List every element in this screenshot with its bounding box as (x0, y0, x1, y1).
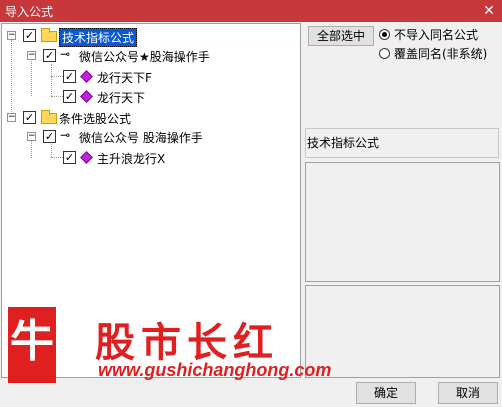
formula-icon (80, 70, 93, 83)
radio-overwrite-duplicates-label[interactable]: 覆盖同名(非系统) (394, 45, 487, 62)
checkbox[interactable]: ✓ (63, 90, 76, 103)
ok-button[interactable]: 确定 (356, 382, 416, 404)
formula-icon (80, 90, 93, 103)
checkbox[interactable]: ✓ (43, 130, 56, 143)
tree-node-label[interactable]: 龙行天下F (97, 69, 152, 86)
tree-node-label[interactable]: 条件选股公式 (59, 110, 131, 127)
key-icon: ⊸ (60, 128, 71, 142)
tree-node-label[interactable]: 微信公众号★股海操作手 (79, 48, 210, 65)
tree-node-group[interactable]: − ✓ ⊸ 微信公众号★股海操作手 (2, 47, 242, 65)
radio-skip-duplicates[interactable] (379, 29, 390, 40)
watermark-logo: 牛 (8, 307, 56, 383)
tree-node-label[interactable]: 龙行天下 (97, 89, 145, 106)
radio-overwrite-duplicates[interactable] (379, 48, 390, 59)
checkbox[interactable]: ✓ (23, 29, 36, 42)
folder-icon (41, 28, 57, 42)
tree-node-formula[interactable]: ✓ 龙行天下 (2, 88, 202, 106)
checkbox[interactable]: ✓ (63, 151, 76, 164)
checkbox[interactable]: ✓ (63, 70, 76, 83)
watermark-url: www.gushichanghong.com (98, 360, 332, 380)
tree-node-label[interactable]: 微信公众号 股海操作手 (79, 129, 203, 146)
tree-node-label[interactable]: 技术指标公式 (59, 28, 138, 47)
tree-node-group[interactable]: − ✓ ⊸ 微信公众号 股海操作手 (2, 128, 242, 146)
tree-node-formula[interactable]: ✓ 龙行天下F (2, 68, 202, 86)
collapse-icon[interactable]: − (7, 113, 16, 122)
cancel-button[interactable]: 取消 (438, 382, 498, 404)
info-pane-bottom (305, 285, 500, 378)
close-icon[interactable]: ✕ (476, 0, 502, 22)
key-icon: ⊸ (60, 47, 71, 61)
collapse-icon[interactable]: − (27, 51, 36, 60)
info-heading-box: 技术指标公式 (305, 128, 499, 158)
info-heading: 技术指标公式 (307, 136, 380, 150)
collapse-icon[interactable]: − (27, 132, 36, 141)
title-bar: 导入公式 ✕ (0, 0, 502, 22)
radio-skip-duplicates-label[interactable]: 不导入同名公式 (394, 26, 478, 43)
collapse-icon[interactable]: − (7, 31, 16, 40)
tree-node-technical-indicators[interactable]: − ✓ 技术指标公式 (2, 27, 202, 47)
window-title: 导入公式 (5, 5, 54, 19)
tree-node-formula[interactable]: ✓ 主升浪龙行X (2, 149, 202, 167)
select-all-button[interactable]: 全部选中 (308, 26, 374, 46)
formula-icon (80, 151, 93, 164)
info-pane-top (305, 162, 500, 282)
folder-icon (41, 110, 57, 124)
tree-node-stock-screening[interactable]: − ✓ 条件选股公式 (2, 109, 202, 127)
checkbox[interactable]: ✓ (43, 49, 56, 62)
tree-node-label[interactable]: 主升浪龙行X (97, 150, 165, 167)
checkbox[interactable]: ✓ (23, 111, 36, 124)
